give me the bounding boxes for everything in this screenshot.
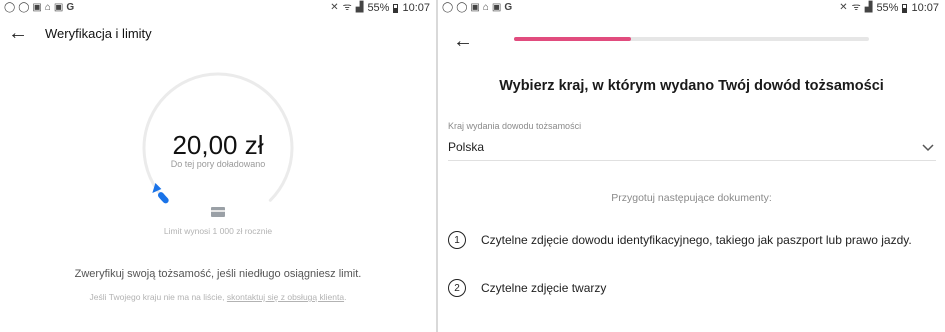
home-icon: ⌂ [482,2,489,13]
wifi-icon: ᯤ [851,2,861,13]
battery-icon [393,3,399,13]
mute-icon: ✕ [330,2,339,13]
clock: 10:07 [402,2,430,14]
status-bar: ◯ ◯ ▣ ⌂ ▣ G ✕ ᯤ ▟ 55% 10:07 [0,0,436,16]
progress-bar [514,37,869,41]
chat-bubble-icon: ◯ [4,2,16,13]
country-field-label: Kraj wydania dowodu tożsamości [448,121,582,131]
google-g-icon: G [66,2,75,13]
mute-icon: ✕ [839,2,848,13]
note-text: Jeśli Twojego kraju nie ma na liście, [89,292,227,302]
note-suffix: . [344,292,347,302]
home-icon: ⌂ [44,2,51,13]
page-heading: Wybierz kraj, w którym wydano Twój dowód… [499,78,884,94]
signal-icon: ▟ [864,2,873,13]
gallery-icon: ▣ [491,2,502,13]
notification-icons: ◯ ◯ ▣ ⌂ ▣ G [4,2,74,14]
google-g-icon: G [504,2,513,13]
system-indicators: ✕ ᯤ ▟ 55% 10:07 [330,2,430,14]
chat-bubble-icon: ◯ [456,2,468,13]
contact-support-link[interactable]: skontaktuj się z obsługą klienta [227,292,344,302]
back-arrow-icon[interactable]: ← [8,23,28,43]
document-item: 2 Czytelne zdjęcie twarzy [448,279,606,297]
selected-country: Polska [448,140,485,154]
chat-bubble-icon: ◯ [442,2,454,13]
page-title: Weryfikacja i limity [45,26,152,41]
step-number-icon: 1 [448,231,466,249]
amount-caption: Do tej pory doładowano [170,159,266,169]
card-icon [211,207,225,217]
gauge-fill [157,192,169,204]
limit-note: Limit wynosi 1 000 zł rocznie [163,226,273,236]
document-text: Czytelne zdjęcie dowodu identyfikacyjneg… [481,233,912,247]
wifi-icon: ᯤ [342,2,352,13]
back-arrow-icon[interactable]: ← [453,31,473,51]
document-item: 1 Czytelne zdjęcie dowodu identyfikacyjn… [448,231,912,249]
system-indicators: ✕ ᯤ ▟ 55% 10:07 [839,2,939,14]
country-not-listed-note: Jeśli Twojego kraju nie ma na liście, sk… [20,292,416,302]
image-icon: ▣ [32,2,42,13]
progress-fill [514,37,632,41]
country-selection-screen: ◯ ◯ ▣ ⌂ ▣ G ✕ ᯤ ▟ 55% 10:07 ← Wybierz kr… [438,0,945,332]
document-text: Czytelne zdjęcie twarzy [481,281,607,295]
chevron-down-icon [922,144,934,152]
image-icon: ▣ [470,2,480,13]
battery-percent: 55% [367,2,390,14]
prepare-documents-text: Przygotuj następujące dokumenty: [611,192,772,204]
country-select[interactable]: Polska [448,137,936,161]
signal-icon: ▟ [355,2,364,13]
status-bar: ◯ ◯ ▣ ⌂ ▣ G ✕ ᯤ ▟ 55% 10:07 [438,0,945,16]
clock: 10:07 [911,2,939,14]
verify-message: Zweryfikuj swoją tożsamość, jeśli niedłu… [74,268,362,280]
battery-icon [902,3,908,13]
notification-icons: ◯ ◯ ▣ ⌂ ▣ G [442,2,512,14]
battery-percent: 55% [876,2,899,14]
gallery-icon: ▣ [53,2,64,13]
topped-up-amount: 20,00 zł [172,130,264,160]
limits-screen: ◯ ◯ ▣ ⌂ ▣ G ✕ ᯤ ▟ 55% 10:07 ← Weryfikacj… [0,0,436,332]
chat-bubble-icon: ◯ [18,2,30,13]
step-number-icon: 2 [448,279,466,297]
